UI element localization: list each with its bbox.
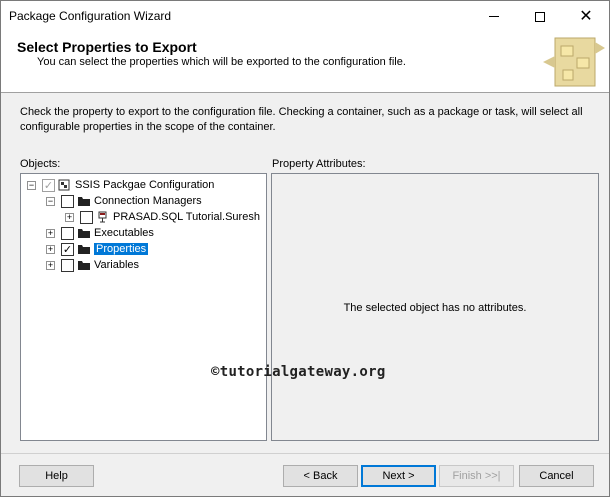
- maximize-icon: [535, 11, 545, 22]
- expand-icon[interactable]: +: [65, 212, 74, 222]
- package-checkbox[interactable]: ✓: [42, 178, 55, 192]
- wizard-window: Package Configuration Wizard ✕ Select Pr…: [0, 0, 610, 497]
- watermark: ©tutorialgateway.org: [211, 364, 386, 380]
- tree-node-label: SSIS Packgae Configuration: [75, 179, 215, 191]
- window-title: Package Configuration Wizard: [9, 9, 172, 23]
- tree-node-label: Properties: [94, 243, 149, 255]
- close-button[interactable]: ✕: [563, 1, 609, 32]
- tree-node-properties[interactable]: + ✓ Properties: [46, 241, 149, 257]
- objects-tree[interactable]: − ✓ SSIS Packgae Configuration − Connect…: [20, 173, 267, 441]
- executables-checkbox[interactable]: [61, 226, 74, 240]
- title-bar[interactable]: Package Configuration Wizard ✕: [1, 1, 609, 32]
- minimize-icon: [489, 16, 499, 17]
- page-title: Select Properties to Export: [17, 39, 197, 55]
- tree-node-executables[interactable]: + Executables: [46, 225, 154, 241]
- next-button[interactable]: Next >: [361, 465, 436, 487]
- tree-node-label: Executables: [94, 227, 154, 239]
- property-attributes-panel: The selected object has no attributes.: [271, 173, 599, 441]
- property-attributes-label: Property Attributes:: [272, 158, 366, 170]
- connection-icon: [98, 211, 107, 223]
- tree-node-package[interactable]: − ✓ SSIS Packgae Configuration: [27, 177, 214, 193]
- expand-icon[interactable]: +: [46, 228, 55, 238]
- objects-label: Objects:: [20, 158, 61, 170]
- expand-icon[interactable]: +: [46, 244, 55, 254]
- help-button[interactable]: Help: [19, 465, 94, 487]
- folder-icon: [78, 245, 90, 254]
- collapse-icon[interactable]: −: [46, 196, 55, 206]
- back-button[interactable]: < Back: [283, 465, 358, 487]
- wizard-banner-icon: [543, 37, 605, 87]
- tree-node-label: Variables: [94, 259, 140, 271]
- connection-checkbox[interactable]: [80, 210, 93, 224]
- tree-node-label: Connection Managers: [94, 195, 202, 207]
- maximize-button[interactable]: [517, 1, 563, 32]
- folder-icon: [78, 197, 90, 206]
- tree-node-connection[interactable]: + PRASAD.SQL Tutorial.Suresh: [65, 209, 260, 225]
- connection-managers-checkbox[interactable]: [61, 194, 74, 208]
- tree-node-connection-managers[interactable]: − Connection Managers: [46, 193, 202, 209]
- tree-node-label: PRASAD.SQL Tutorial.Suresh: [113, 211, 260, 223]
- finish-button[interactable]: Finish >>|: [439, 465, 514, 487]
- close-icon: ✕: [579, 7, 593, 25]
- collapse-icon[interactable]: −: [27, 180, 36, 190]
- tree-node-variables[interactable]: + Variables: [46, 257, 139, 273]
- wizard-header: Select Properties to Export You can sele…: [1, 32, 609, 93]
- page-subtitle: You can select the properties which will…: [37, 56, 406, 68]
- folder-icon: [78, 261, 90, 270]
- package-icon: [58, 179, 70, 191]
- variables-checkbox[interactable]: [61, 258, 74, 272]
- instructions-text: Check the property to export to the conf…: [20, 106, 583, 133]
- no-attributes-message: The selected object has no attributes.: [343, 302, 527, 314]
- folder-icon: [78, 229, 90, 238]
- minimize-button[interactable]: [471, 1, 517, 32]
- wizard-footer: Help < Back Next > Finish >>| Cancel: [1, 453, 609, 497]
- expand-icon[interactable]: +: [46, 260, 55, 270]
- properties-checkbox[interactable]: ✓: [61, 242, 74, 256]
- cancel-button[interactable]: Cancel: [519, 465, 594, 487]
